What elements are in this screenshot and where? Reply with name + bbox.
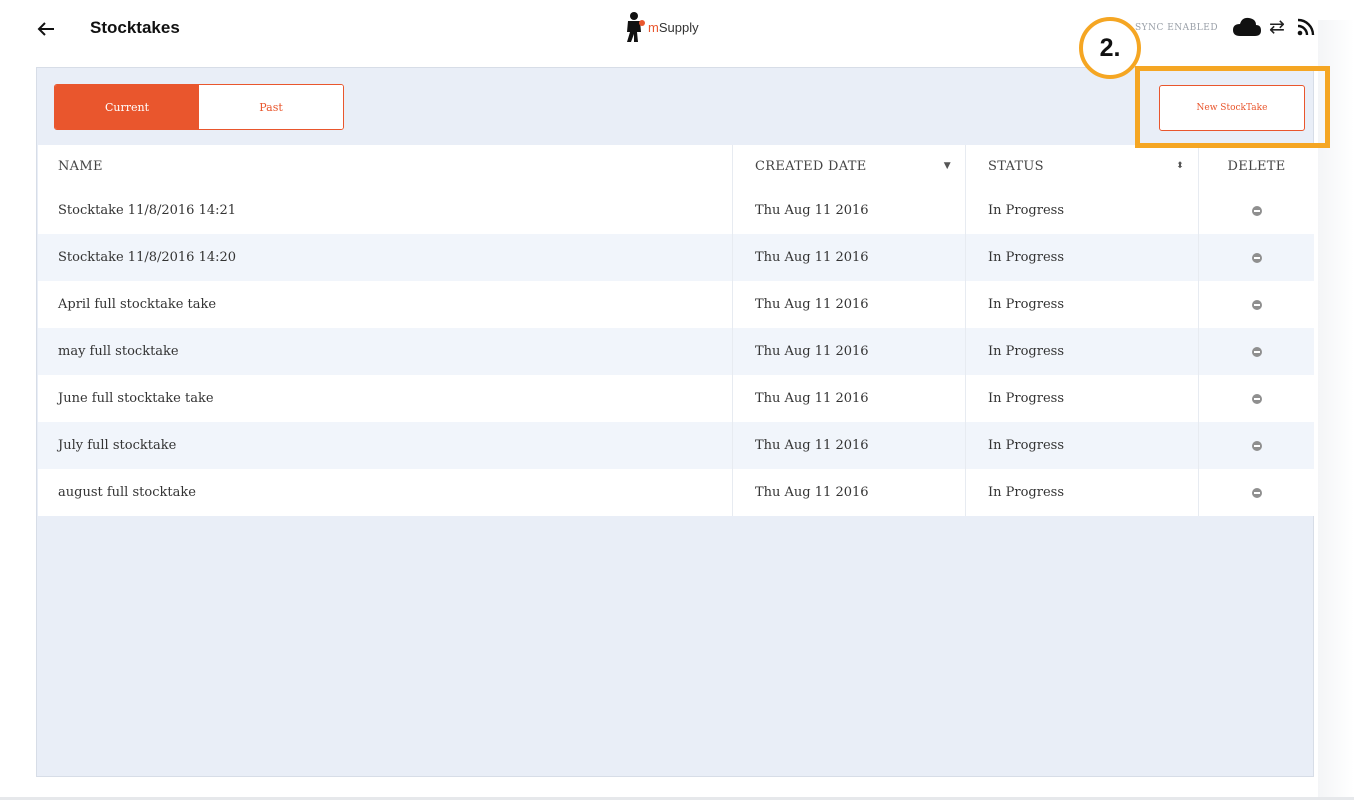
column-header-created-date[interactable]: CREATED DATE ▼ <box>732 145 965 187</box>
row-name: may full stocktake <box>58 344 179 359</box>
table-row[interactable]: august full stocktake Thu Aug 11 2016 In… <box>38 469 1314 516</box>
row-created-date: Thu Aug 11 2016 <box>732 469 965 516</box>
sort-toggle-icon[interactable]: ⬍ <box>1176 161 1184 171</box>
tab-past[interactable]: Past <box>199 85 343 129</box>
row-created-date: Thu Aug 11 2016 <box>732 375 965 422</box>
delete-icon[interactable] <box>1251 487 1262 498</box>
table-row[interactable]: Stocktake 11/8/2016 14:21 Thu Aug 11 201… <box>38 187 1314 234</box>
row-name: June full stocktake take <box>58 391 214 406</box>
delete-icon[interactable] <box>1251 346 1262 357</box>
annotation-highlight-box <box>1135 66 1330 148</box>
stocktakes-table: NAME CREATED DATE ▼ STATUS ⬍ DELETE Stoc… <box>38 145 1314 516</box>
sort-descending-icon[interactable]: ▼ <box>944 161 951 171</box>
msupply-logo: mSupply <box>624 10 699 44</box>
delete-icon[interactable] <box>1251 299 1262 310</box>
row-status: In Progress <box>965 375 1198 422</box>
row-created-date: Thu Aug 11 2016 <box>732 422 965 469</box>
page-title: Stocktakes <box>90 18 180 37</box>
row-created-date: Thu Aug 11 2016 <box>732 281 965 328</box>
annotation-step-label: 2. <box>1099 33 1121 62</box>
row-created-date: Thu Aug 11 2016 <box>732 234 965 281</box>
column-header-name[interactable]: NAME <box>38 145 732 187</box>
table-row[interactable]: Stocktake 11/8/2016 14:20 Thu Aug 11 201… <box>38 234 1314 281</box>
row-status: In Progress <box>965 469 1198 516</box>
cloud-icon <box>1233 17 1261 36</box>
row-created-date: Thu Aug 11 2016 <box>732 187 965 234</box>
row-name: Stocktake 11/8/2016 14:20 <box>58 250 237 265</box>
row-created-date: Thu Aug 11 2016 <box>732 328 965 375</box>
table-row[interactable]: may full stocktake Thu Aug 11 2016 In Pr… <box>38 328 1314 375</box>
logo-mascot-icon <box>627 12 645 42</box>
row-name: July full stocktake <box>58 438 177 453</box>
column-header-status-label: STATUS <box>988 158 1044 174</box>
delete-icon[interactable] <box>1251 440 1262 451</box>
delete-icon[interactable] <box>1251 205 1262 216</box>
tab-current[interactable]: Current <box>55 85 199 129</box>
swap-arrows-icon: ⇄ <box>1269 16 1285 38</box>
row-status: In Progress <box>965 328 1198 375</box>
column-header-created-date-label: CREATED DATE <box>755 158 867 174</box>
row-status: In Progress <box>965 422 1198 469</box>
sync-status: SYNC ENABLED <box>1135 23 1219 33</box>
row-name: august full stocktake <box>58 485 196 500</box>
table-row[interactable]: June full stocktake take Thu Aug 11 2016… <box>38 375 1314 422</box>
table-row[interactable]: April full stocktake take Thu Aug 11 201… <box>38 281 1314 328</box>
top-bar: Stocktakes mSupply SYNC ENABLED ⇄ <box>0 0 1354 62</box>
delete-icon[interactable] <box>1251 393 1262 404</box>
row-name: April full stocktake take <box>58 297 217 312</box>
logo-text: Supply <box>658 19 699 35</box>
column-header-delete: DELETE <box>1198 145 1314 187</box>
back-arrow-icon[interactable] <box>34 17 58 41</box>
column-header-status[interactable]: STATUS ⬍ <box>965 145 1198 187</box>
row-status: In Progress <box>965 234 1198 281</box>
logo-prefix: m <box>648 19 659 35</box>
rss-icon <box>1297 18 1315 36</box>
table-row[interactable]: July full stocktake Thu Aug 11 2016 In P… <box>38 422 1314 469</box>
row-status: In Progress <box>965 187 1198 234</box>
current-past-toggle: Current Past <box>54 84 344 130</box>
delete-icon[interactable] <box>1251 252 1262 263</box>
row-name: Stocktake 11/8/2016 14:21 <box>58 203 237 218</box>
row-status: In Progress <box>965 281 1198 328</box>
annotation-step-badge: 2. <box>1079 17 1141 79</box>
table-header: NAME CREATED DATE ▼ STATUS ⬍ DELETE <box>38 145 1314 187</box>
